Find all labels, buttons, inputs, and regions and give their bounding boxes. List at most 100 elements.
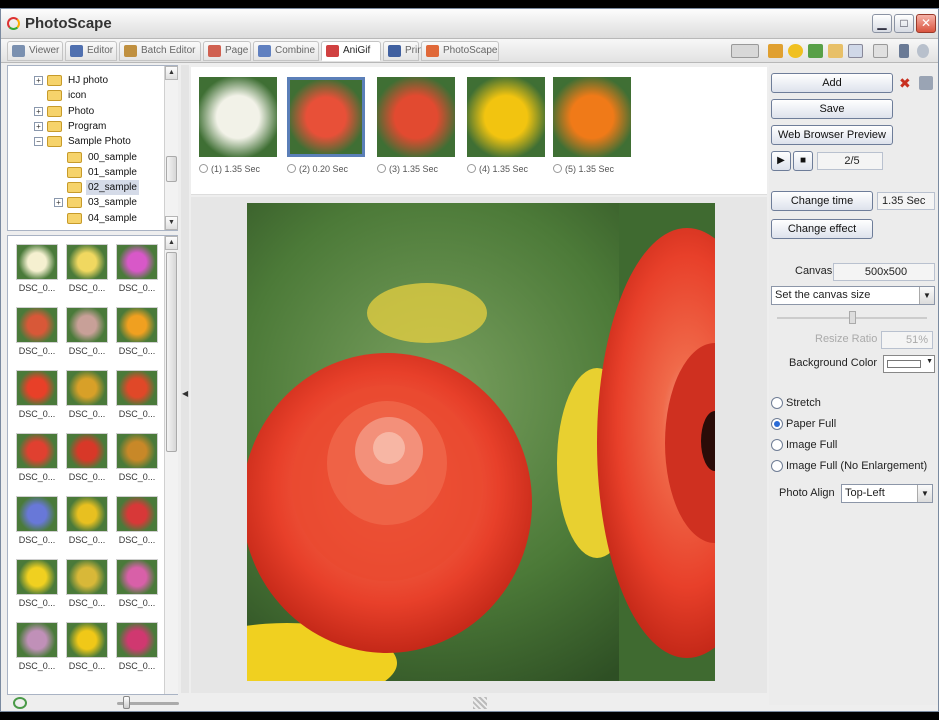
- thumbnail-item[interactable]: DSC_0...: [12, 488, 60, 552]
- settings-icon[interactable]: [917, 44, 929, 58]
- play-icon[interactable]: ▶: [771, 151, 791, 171]
- tab-editor[interactable]: Editor: [65, 41, 117, 61]
- close-button[interactable]: ✕: [916, 14, 936, 33]
- folder-tree[interactable]: + HJ photo icon + Photo + Program − Sample Photo…: [7, 65, 178, 231]
- radio-icon[interactable]: [771, 460, 783, 472]
- window-icon[interactable]: [848, 44, 863, 58]
- thumbnail-item[interactable]: DSC_0...: [12, 614, 60, 678]
- tree-item[interactable]: − Sample Photo: [34, 134, 154, 149]
- tree-item[interactable]: icon: [34, 88, 154, 103]
- frame-play-icon[interactable]: [199, 164, 208, 173]
- tree-item[interactable]: 01_sample: [54, 165, 174, 180]
- collapse-arrow-icon[interactable]: ◀: [182, 389, 188, 398]
- gallery-icon[interactable]: [768, 44, 783, 58]
- panel-splitter[interactable]: ◀: [181, 65, 189, 693]
- thumbnail-item[interactable]: DSC_0...: [12, 299, 60, 363]
- tree-item[interactable]: 02_sample: [54, 180, 174, 196]
- tree-item[interactable]: + HJ photo: [34, 73, 154, 88]
- scroll-thumb[interactable]: [166, 156, 177, 182]
- frame-play-icon[interactable]: [377, 164, 386, 173]
- fit-option-radio[interactable]: Stretch: [769, 395, 937, 411]
- thumbnail-item[interactable]: DSC_0...: [62, 614, 110, 678]
- tab-photoscape[interactable]: PhotoScape: [421, 41, 499, 61]
- star-icon[interactable]: [788, 44, 803, 58]
- help-icon[interactable]: [899, 44, 909, 58]
- thumbnail-item[interactable]: DSC_0...: [112, 425, 160, 489]
- tools-icon[interactable]: [808, 44, 823, 58]
- scroll-thumb[interactable]: [166, 252, 177, 452]
- view-toggle-icon[interactable]: [731, 44, 759, 58]
- save-button[interactable]: Save: [771, 99, 893, 119]
- expand-icon[interactable]: +: [54, 198, 63, 208]
- web-browser-preview-button[interactable]: Web Browser Preview: [771, 125, 893, 145]
- tree-item[interactable]: 00_sample: [54, 150, 174, 165]
- radio-icon[interactable]: [771, 418, 783, 430]
- minimize-button[interactable]: ▁: [872, 14, 892, 33]
- stop-icon[interactable]: ■: [793, 151, 813, 171]
- background-color-picker[interactable]: ▼: [883, 355, 935, 373]
- thumbnail-item[interactable]: DSC_0...: [62, 425, 110, 489]
- fit-option-radio[interactable]: Image Full (No Enlargement): [769, 458, 937, 474]
- resize-ratio-handle[interactable]: [849, 311, 856, 324]
- thumbnail-item[interactable]: DSC_0...: [112, 551, 160, 615]
- animation-frame[interactable]: (2) 0.20 Sec: [287, 75, 367, 183]
- delete-icon[interactable]: ✖: [899, 75, 911, 92]
- folder-icon[interactable]: [828, 44, 843, 58]
- thumbnail-item[interactable]: DSC_0...: [112, 299, 160, 363]
- tab-page[interactable]: Page: [203, 41, 251, 61]
- thumbnail-item[interactable]: DSC_0...: [62, 236, 110, 300]
- tab-anigif[interactable]: AniGif: [321, 41, 381, 61]
- resize-grip-icon[interactable]: [473, 697, 487, 709]
- tree-item[interactable]: + Program: [34, 119, 154, 134]
- chevron-down-icon[interactable]: ▼: [926, 358, 933, 365]
- tree-item[interactable]: + Photo: [34, 104, 154, 119]
- chevron-down-icon[interactable]: ▼: [919, 287, 934, 304]
- tab-batch-editor[interactable]: Batch Editor: [119, 41, 201, 61]
- thumbnail-item[interactable]: DSC_0...: [62, 299, 110, 363]
- folder-tree-scrollbar[interactable]: ▲ ▼: [164, 66, 178, 230]
- tree-item[interactable]: +03_sample: [54, 195, 174, 210]
- animation-frames-strip[interactable]: (1) 1.35 Sec (2) 0.20 Sec (3) 1.35 Sec (4) …: [191, 67, 767, 195]
- thumbnail-item[interactable]: DSC_0...: [112, 488, 160, 552]
- add-button[interactable]: Add: [771, 73, 893, 93]
- thumbnail-item[interactable]: DSC_0...: [112, 236, 160, 300]
- animation-frame[interactable]: (1) 1.35 Sec: [199, 75, 279, 183]
- thumbnail-item[interactable]: DSC_0...: [112, 614, 160, 678]
- radio-icon[interactable]: [771, 397, 783, 409]
- thumbnail-grid[interactable]: DSC_0... DSC_0... DSC_0... DSC_0... DSC_0...…: [7, 235, 178, 695]
- expand-icon[interactable]: +: [34, 121, 43, 131]
- scroll-down-icon[interactable]: ▼: [165, 216, 178, 230]
- tree-item[interactable]: 04_sample: [54, 211, 174, 226]
- thumbnail-item[interactable]: DSC_0...: [12, 425, 60, 489]
- change-effect-button[interactable]: Change effect: [771, 219, 873, 239]
- expand-icon[interactable]: +: [34, 106, 43, 116]
- scroll-up-icon[interactable]: ▲: [165, 236, 178, 250]
- zoom-slider-handle[interactable]: [123, 696, 130, 709]
- canvas-size-select[interactable]: Set the canvas size ▼: [771, 286, 935, 305]
- tab-viewer[interactable]: Viewer: [7, 41, 63, 61]
- radio-icon[interactable]: [771, 439, 783, 451]
- thumbnail-scrollbar[interactable]: ▲: [164, 236, 178, 694]
- animation-frame[interactable]: (3) 1.35 Sec: [377, 75, 457, 183]
- trash-icon[interactable]: [919, 76, 933, 90]
- photo-align-select[interactable]: Top-Left ▼: [841, 484, 933, 503]
- refresh-icon[interactable]: [13, 697, 27, 709]
- chevron-down-icon[interactable]: ▼: [917, 485, 932, 502]
- thumbnail-item[interactable]: DSC_0...: [112, 362, 160, 426]
- frame-play-icon[interactable]: [467, 164, 476, 173]
- frame-play-icon[interactable]: [287, 164, 296, 173]
- expand-icon[interactable]: +: [34, 76, 43, 85]
- thumbnail-item[interactable]: DSC_0...: [12, 551, 60, 615]
- screen-icon[interactable]: [873, 44, 888, 58]
- tab-print[interactable]: Print: [383, 41, 426, 61]
- thumbnail-item[interactable]: DSC_0...: [62, 362, 110, 426]
- animation-frame[interactable]: (4) 1.35 Sec: [467, 75, 547, 183]
- animation-frame[interactable]: (5) 1.35 Sec: [553, 75, 633, 183]
- maximize-button[interactable]: □: [894, 14, 914, 33]
- thumbnail-item[interactable]: DSC_0...: [12, 236, 60, 300]
- fit-option-radio[interactable]: Paper Full: [769, 416, 937, 432]
- fit-option-radio[interactable]: Image Full: [769, 437, 937, 453]
- thumbnail-item[interactable]: DSC_0...: [62, 488, 110, 552]
- expand-icon[interactable]: −: [34, 137, 43, 147]
- tab-combine[interactable]: Combine: [253, 41, 319, 61]
